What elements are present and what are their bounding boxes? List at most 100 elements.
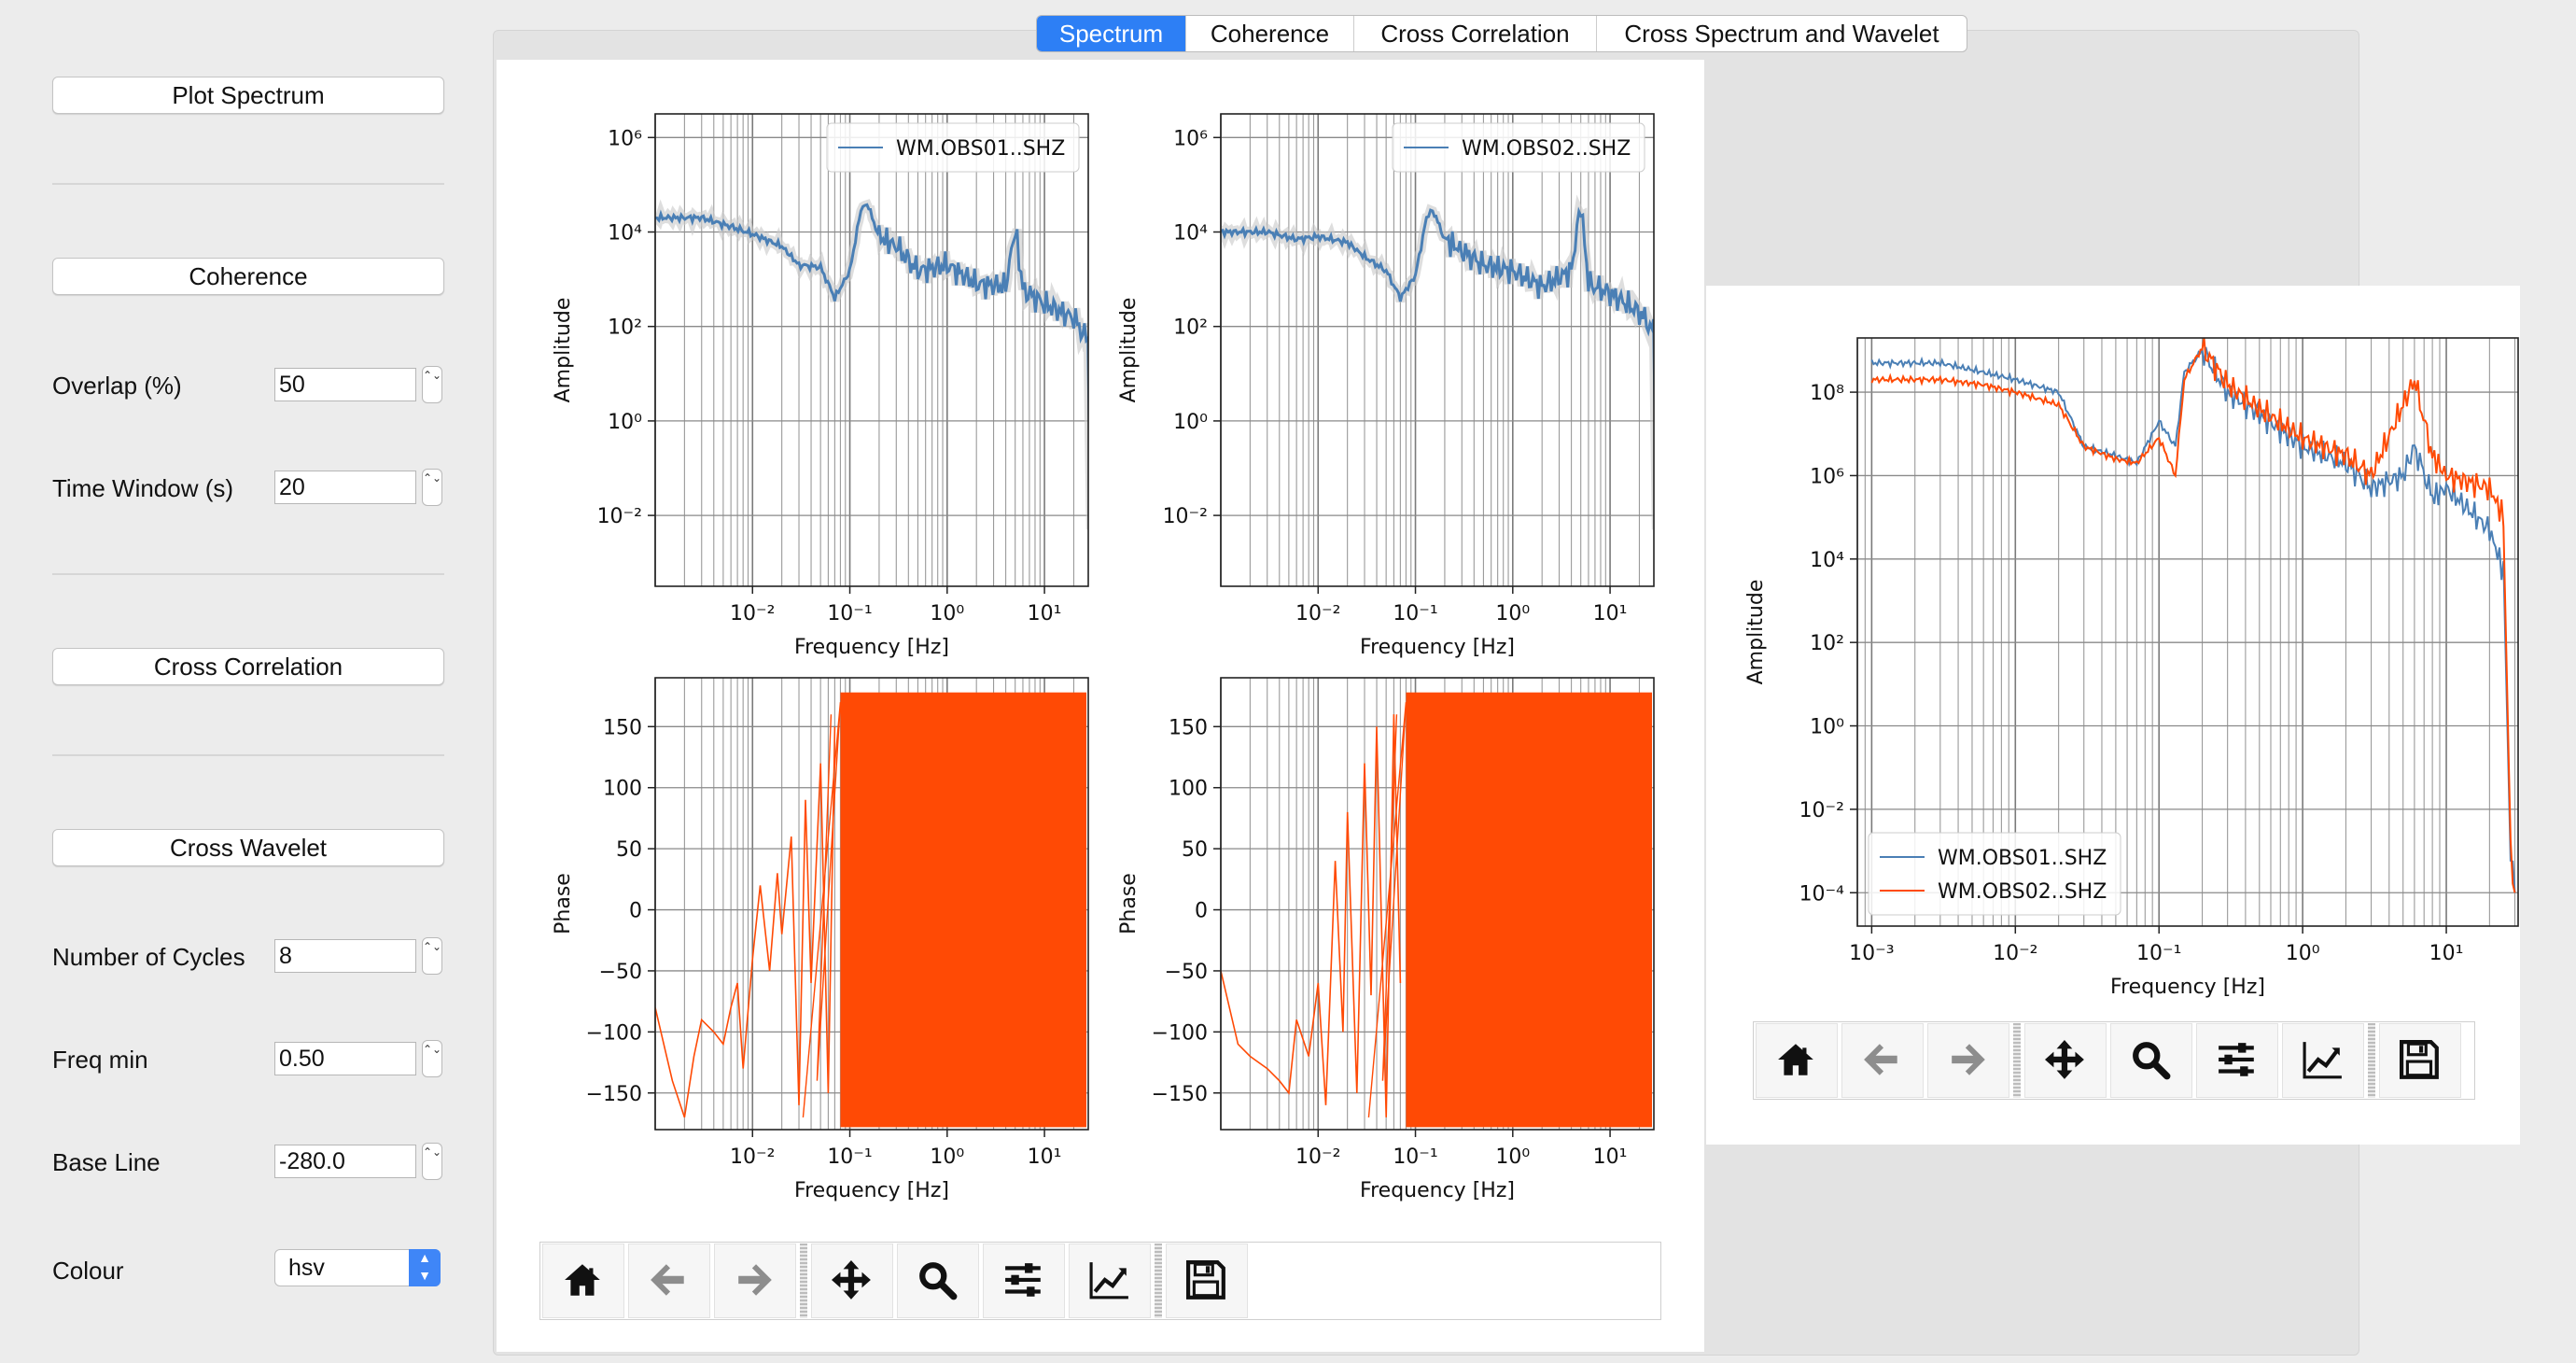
y-tick-label: 10⁰ bbox=[1173, 411, 1208, 434]
y-tick-label: −100 bbox=[586, 1021, 642, 1045]
toolbar-separator bbox=[2013, 1023, 2021, 1098]
save-button[interactable] bbox=[1166, 1244, 1248, 1318]
x-tick-label: 10⁻³ bbox=[1849, 942, 1894, 965]
y-axis-label: Amplitude bbox=[1117, 298, 1141, 403]
legend-entry: WM.OBS02..SHZ bbox=[1938, 880, 2107, 904]
y-tick-label: 10⁴ bbox=[608, 222, 642, 246]
y-tick-label: 10² bbox=[1173, 316, 1208, 340]
legend-entry: WM.OBS01..SHZ bbox=[1938, 847, 2107, 870]
legend-entry: WM.OBS02..SHZ bbox=[1462, 137, 1631, 161]
forward-arrow-button[interactable] bbox=[1927, 1023, 2009, 1098]
back-arrow-button[interactable] bbox=[628, 1244, 710, 1318]
x-tick-label: 10⁻² bbox=[1993, 942, 2037, 965]
configure-subplots-button[interactable] bbox=[2196, 1023, 2278, 1098]
x-tick-label: 10¹ bbox=[1028, 602, 1062, 625]
y-axis-label: Amplitude bbox=[552, 298, 575, 403]
y-tick-label: 50 bbox=[616, 838, 642, 862]
forward-arrow-button[interactable] bbox=[714, 1244, 796, 1318]
y-tick-label: −50 bbox=[599, 961, 642, 984]
zoom-button[interactable] bbox=[897, 1244, 979, 1318]
phase-dense-band bbox=[1406, 692, 1652, 1128]
x-tick-label: 10⁰ bbox=[2286, 942, 2320, 965]
chart-1: 10⁻² 10⁰ 10² 10⁴ 10⁶ 10⁻² 10⁻¹ 10⁰ 10¹ Frequency … bbox=[552, 113, 1089, 659]
x-tick-label: 10¹ bbox=[1028, 1145, 1062, 1169]
y-tick-label: 10⁻⁴ bbox=[1799, 882, 1845, 906]
configure-subplots-icon bbox=[1005, 1263, 1041, 1297]
y-tick-label: −100 bbox=[1152, 1021, 1208, 1045]
x-axis-label: Frequency [Hz] bbox=[794, 1179, 949, 1202]
y-tick-label: 100 bbox=[603, 778, 642, 801]
y-tick-label: 10⁻² bbox=[1163, 505, 1208, 528]
y-tick-label: 150 bbox=[603, 716, 642, 739]
plot-toolbar-right bbox=[1753, 1021, 2475, 1100]
y-tick-label: 100 bbox=[1169, 778, 1208, 801]
back-arrow-icon bbox=[651, 1264, 684, 1296]
pan-button[interactable] bbox=[811, 1244, 893, 1318]
y-tick-label: −150 bbox=[586, 1083, 642, 1106]
edit-axis-button[interactable] bbox=[1069, 1244, 1151, 1318]
plot-toolbar-main bbox=[539, 1242, 1661, 1320]
configure-subplots-button[interactable] bbox=[983, 1244, 1065, 1318]
x-tick-label: 10¹ bbox=[2429, 942, 2464, 965]
home-button[interactable] bbox=[542, 1244, 624, 1318]
y-axis-label: Phase bbox=[1117, 873, 1141, 934]
chart-2: 10⁻² 10⁰ 10² 10⁴ 10⁶ 10⁻² 10⁻¹ 10⁰ 10¹ Frequency … bbox=[1117, 113, 1655, 659]
confidence-band bbox=[655, 199, 1088, 530]
zoom-icon bbox=[919, 1262, 958, 1300]
y-tick-label: 10⁴ bbox=[1173, 222, 1208, 246]
y-tick-label: 10⁻² bbox=[1799, 799, 1844, 822]
back-arrow-button[interactable] bbox=[1841, 1023, 1924, 1098]
y-tick-label: 10⁻² bbox=[597, 505, 642, 528]
y-tick-label: 10⁰ bbox=[608, 411, 642, 434]
back-arrow-icon bbox=[1864, 1044, 1897, 1075]
forward-arrow-icon bbox=[738, 1264, 772, 1296]
save-button[interactable] bbox=[2379, 1023, 2461, 1098]
x-axis-label: Frequency [Hz] bbox=[2110, 976, 2265, 999]
x-tick-label: 10⁰ bbox=[1495, 1145, 1530, 1169]
edit-axis-button[interactable] bbox=[2282, 1023, 2364, 1098]
chart-5: 10⁻⁴ 10⁻² 10⁰ 10² 10⁴ 10⁶ 10⁸ 10⁻³ 10⁻² 10⁻¹ 10⁰ 10… bbox=[1744, 337, 2519, 999]
charts-svg: 10⁻² 10⁰ 10² 10⁴ 10⁶ 10⁻² 10⁻¹ 10⁰ 10¹ Frequency … bbox=[552, 113, 2519, 1202]
y-tick-label: 10⁰ bbox=[1810, 716, 1844, 739]
y-axis-label: Amplitude bbox=[1744, 580, 1768, 685]
y-tick-label: 150 bbox=[1169, 716, 1208, 739]
zoom-button[interactable] bbox=[2110, 1023, 2192, 1098]
x-tick-label: 10⁰ bbox=[930, 1145, 964, 1169]
y-tick-label: −150 bbox=[1152, 1083, 1208, 1106]
x-tick-label: 10⁰ bbox=[1495, 602, 1530, 625]
x-tick-label: 10⁻¹ bbox=[1393, 1145, 1437, 1169]
legend-entry: WM.OBS01..SHZ bbox=[896, 137, 1065, 161]
x-tick-label: 10¹ bbox=[1593, 602, 1628, 625]
x-tick-label: 10⁻¹ bbox=[2136, 942, 2181, 965]
series-line bbox=[655, 203, 1088, 456]
series-group bbox=[1221, 194, 1654, 530]
pan-button[interactable] bbox=[2024, 1023, 2107, 1098]
toolbar-separator bbox=[2368, 1023, 2375, 1098]
x-tick-label: 10⁻¹ bbox=[1393, 602, 1437, 625]
y-tick-label: 0 bbox=[1195, 900, 1208, 923]
forward-arrow-icon bbox=[1952, 1044, 1985, 1075]
x-tick-label: 10⁰ bbox=[930, 602, 964, 625]
y-tick-label: 0 bbox=[629, 900, 642, 923]
save-icon bbox=[2400, 1040, 2439, 1079]
x-tick-label: 10⁻² bbox=[730, 1145, 775, 1169]
y-tick-label: 10⁶ bbox=[1810, 465, 1844, 488]
chart-3: 150 100 50 0 −50 −100 −150 10⁻² 10⁻¹ 10⁰ 10¹ Freque… bbox=[552, 677, 1089, 1202]
x-axis-label: Frequency [Hz] bbox=[1360, 1179, 1515, 1202]
pan-icon bbox=[832, 1260, 871, 1300]
home-icon bbox=[1778, 1044, 1813, 1075]
x-tick-label: 10⁻¹ bbox=[827, 602, 872, 625]
x-tick-label: 10⁻² bbox=[1295, 1145, 1340, 1169]
phase-dense-band bbox=[840, 692, 1086, 1128]
x-tick-label: 10⁻¹ bbox=[827, 1145, 872, 1169]
y-tick-label: 10⁸ bbox=[1810, 382, 1844, 405]
x-axis-label: Frequency [Hz] bbox=[1360, 636, 1515, 659]
home-icon bbox=[565, 1264, 600, 1296]
pan-icon bbox=[2045, 1040, 2084, 1079]
home-button[interactable] bbox=[1756, 1023, 1838, 1098]
y-tick-label: 50 bbox=[1182, 838, 1208, 862]
x-tick-label: 10¹ bbox=[1593, 1145, 1628, 1169]
confidence-band bbox=[1221, 194, 1654, 530]
save-icon bbox=[1186, 1260, 1225, 1300]
y-tick-label: −50 bbox=[1165, 961, 1208, 984]
